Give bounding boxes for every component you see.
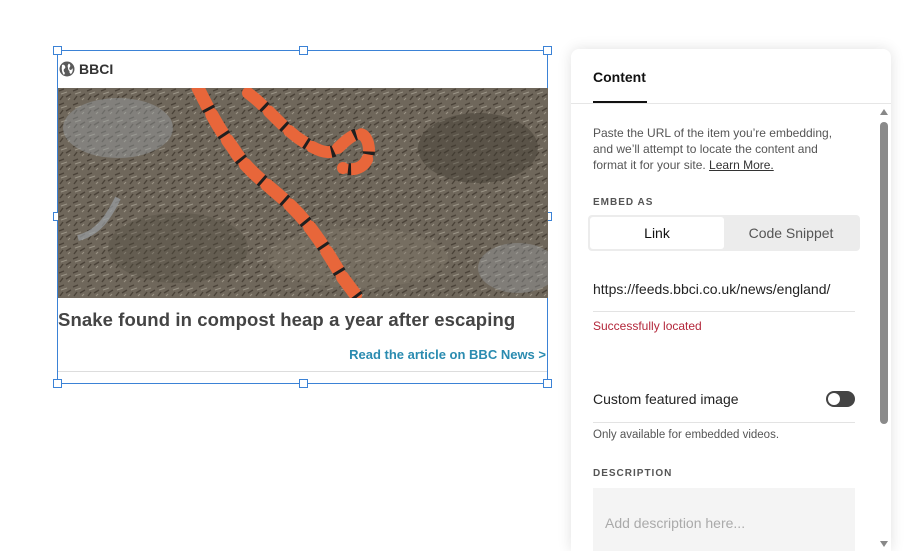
custom-image-label: Custom featured image	[593, 391, 739, 407]
provider-name: BBCI	[79, 61, 114, 77]
toggle-knob	[828, 393, 840, 405]
resize-handle-bottom-left[interactable]	[53, 379, 62, 388]
tab-active-indicator	[593, 101, 647, 103]
scroll-down-arrow-icon[interactable]	[880, 541, 888, 547]
embed-title: Snake found in compost heap a year after…	[58, 309, 516, 330]
help-text: Paste the URL of the item you’re embeddi…	[593, 125, 855, 173]
read-article-link[interactable]: Read the article on BBC News >	[349, 347, 546, 362]
custom-image-row: Custom featured image	[593, 385, 855, 423]
custom-image-toggle[interactable]	[826, 391, 855, 407]
embed-settings-panel: Content Paste the URL of the item you’re…	[571, 49, 891, 551]
resize-handle-bottom-right[interactable]	[543, 379, 552, 388]
resize-handle-bottom[interactable]	[299, 379, 308, 388]
embed-as-label: EMBED AS	[593, 197, 654, 208]
custom-image-help: Only available for embedded videos.	[593, 429, 780, 441]
resize-handle-top-left[interactable]	[53, 46, 62, 55]
panel-tabbar: Content	[571, 49, 891, 104]
embed-divider	[58, 371, 547, 372]
description-input[interactable]	[593, 488, 855, 551]
panel-scrollbar[interactable]	[879, 105, 889, 551]
globe-icon	[59, 61, 75, 77]
url-field[interactable]: https://feeds.bbci.co.uk/news/england/	[593, 270, 855, 312]
resize-handle-top-right[interactable]	[543, 46, 552, 55]
tab-content[interactable]: Content	[593, 69, 646, 85]
embed-as-toggle: Link Code Snippet	[588, 215, 860, 251]
status-message: Successfully located	[593, 319, 702, 333]
scroll-up-arrow-icon[interactable]	[880, 109, 888, 115]
resize-handle-top[interactable]	[299, 46, 308, 55]
panel-scroll-area[interactable]: Paste the URL of the item you’re embeddi…	[571, 105, 891, 551]
embed-block[interactable]: BBCI Snake found in compost heap a year …	[53, 46, 552, 388]
embed-as-code-snippet-option[interactable]: Code Snippet	[724, 217, 858, 249]
embed-thumbnail	[58, 88, 548, 298]
embed-as-link-option[interactable]: Link	[590, 217, 724, 249]
learn-more-link[interactable]: Learn More.	[709, 158, 774, 172]
scrollbar-thumb[interactable]	[880, 122, 888, 424]
description-label: DESCRIPTION	[593, 468, 673, 479]
provider-header: BBCI	[59, 61, 113, 77]
